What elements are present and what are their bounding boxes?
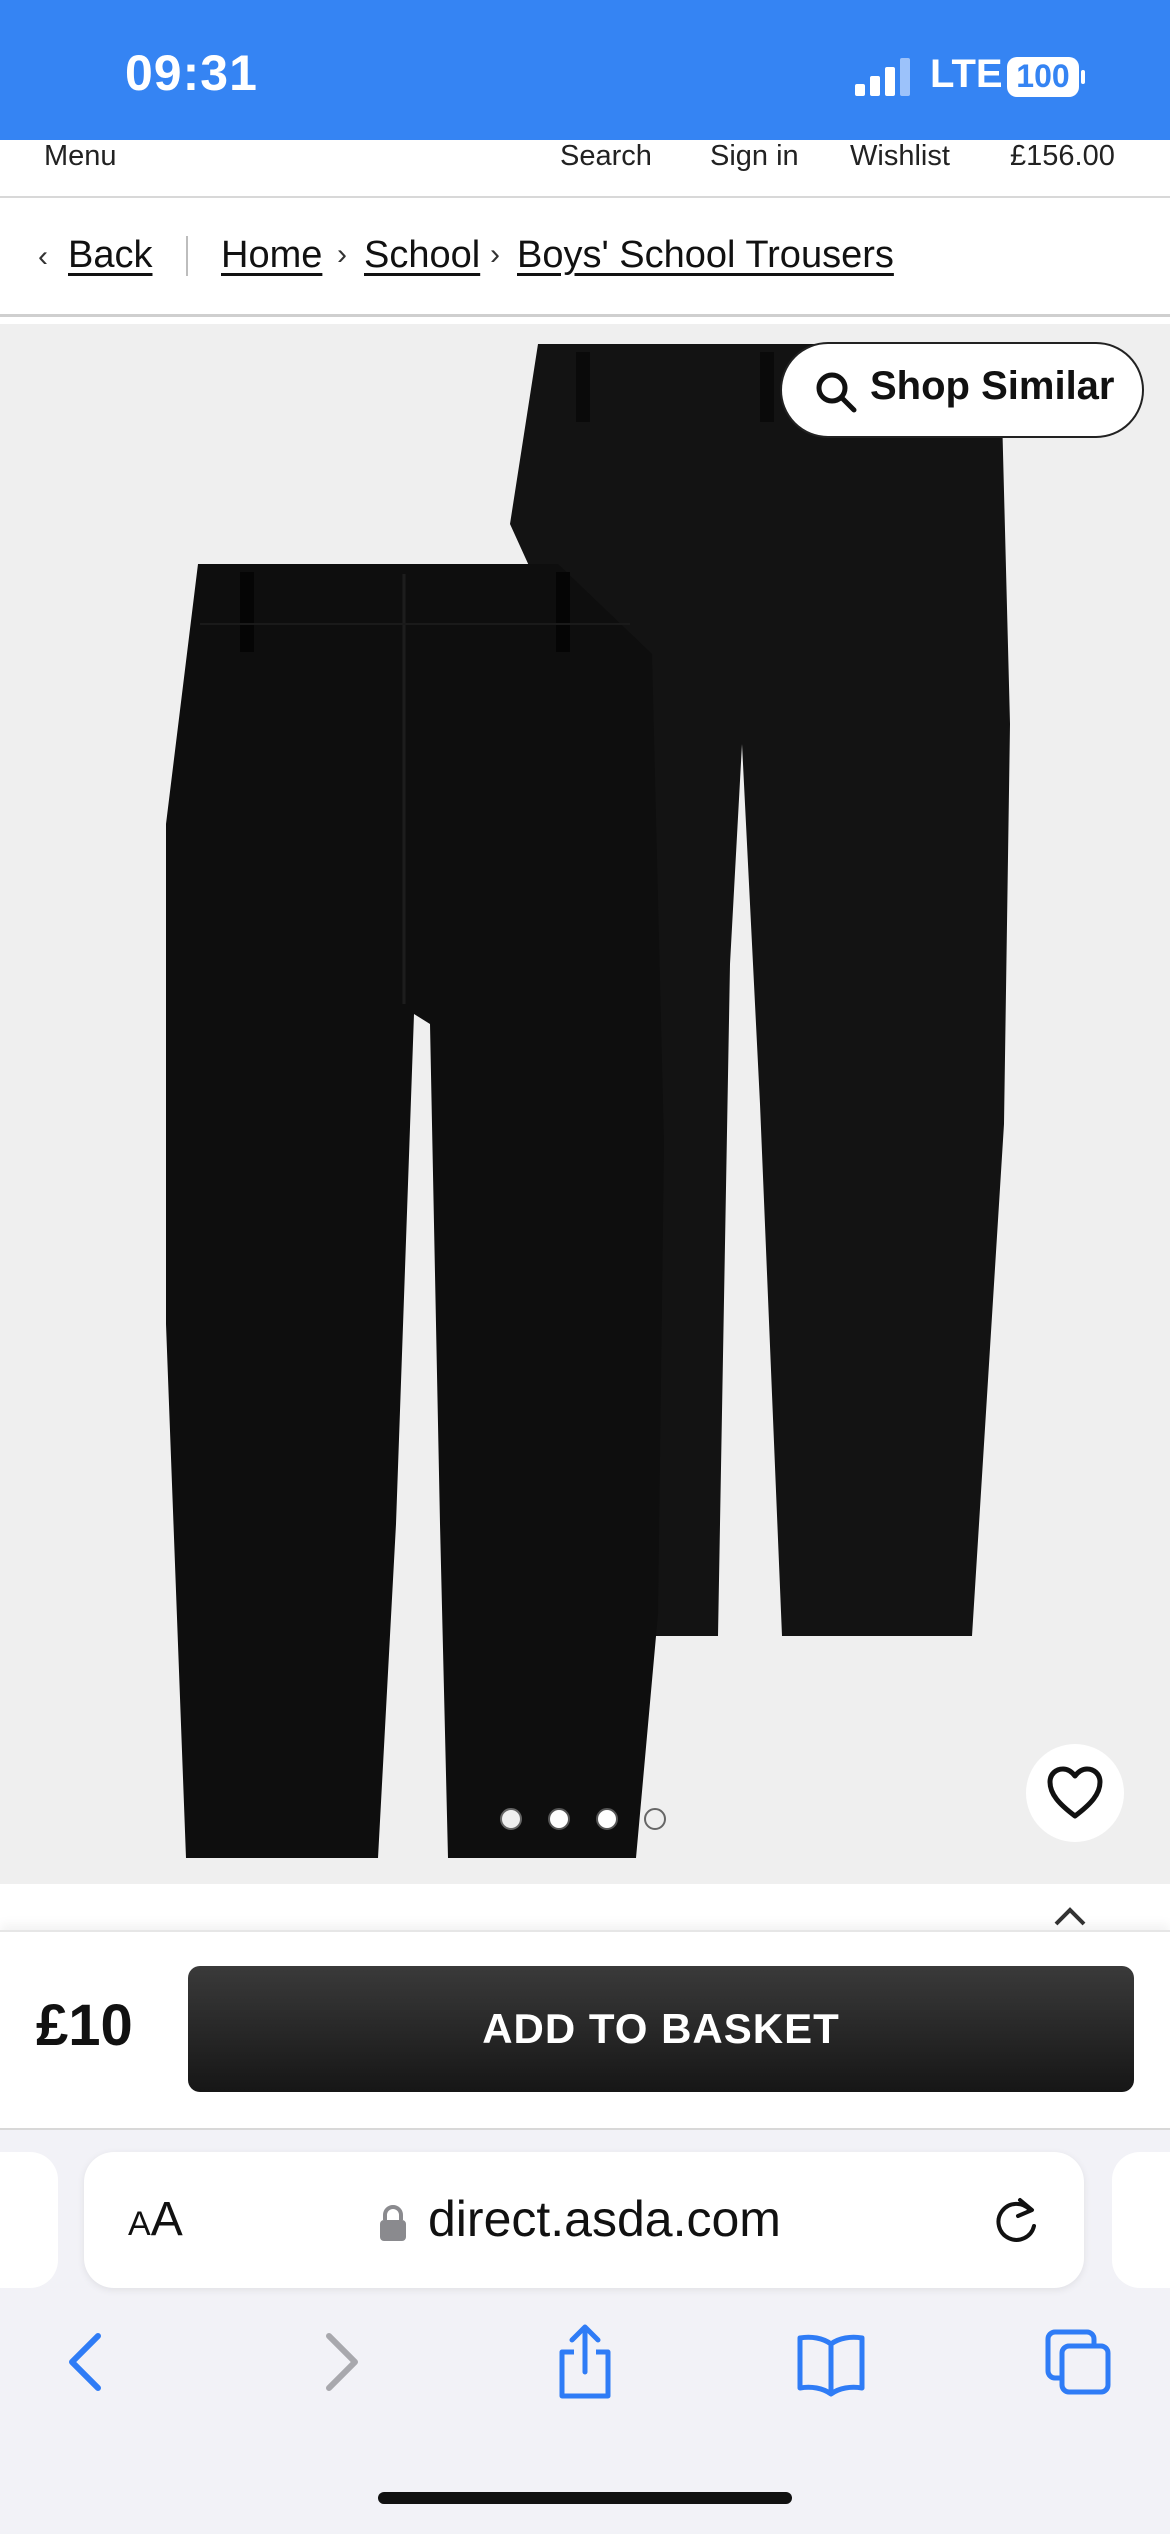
product-image — [166, 344, 1010, 1858]
tabs-icon[interactable] — [1044, 2322, 1114, 2402]
breadcrumb-school[interactable]: School — [364, 234, 480, 277]
carousel-pagination — [500, 1808, 680, 1838]
text-size-small-label: A — [128, 2205, 151, 2243]
text-size-large-label: A — [150, 2193, 183, 2246]
chevron-left-icon: ‹ — [38, 240, 48, 273]
reload-icon[interactable] — [990, 2192, 1042, 2248]
heart-icon — [1047, 1766, 1103, 1819]
chevron-right-icon: › — [490, 238, 500, 271]
scroll-up-icon — [1054, 1907, 1086, 1926]
add-to-basket-button[interactable]: ADD TO BASKET — [188, 1966, 1134, 2092]
chevron-right-icon: › — [337, 238, 347, 271]
wishlist-button[interactable]: Wishlist — [850, 140, 950, 173]
shop-similar-label: Shop Similar — [870, 364, 1115, 408]
signin-button[interactable]: Sign in — [710, 140, 799, 173]
share-icon[interactable] — [550, 2322, 620, 2402]
status-time: 09:31 — [125, 45, 258, 101]
carousel-dot-active[interactable] — [548, 1808, 570, 1830]
carousel-dot[interactable] — [644, 1808, 666, 1830]
breadcrumb-boys-school-trousers[interactable]: Boys' School Trousers — [517, 234, 894, 277]
back-link[interactable]: Back — [68, 234, 152, 277]
forward-icon[interactable] — [305, 2322, 375, 2402]
breadcrumb-separator — [186, 236, 188, 276]
next-tab-peek[interactable] — [1112, 2152, 1170, 2288]
product-price: £10 — [36, 1993, 133, 2058]
basket-total[interactable]: £156.00 — [1010, 140, 1115, 173]
home-indicator — [378, 2492, 792, 2504]
search-icon — [816, 372, 857, 413]
network-label: LTE — [930, 52, 1003, 96]
wishlist-heart-button[interactable] — [1026, 1744, 1124, 1842]
carousel-dot[interactable] — [596, 1808, 618, 1830]
text-size-button[interactable]: AA — [128, 2192, 183, 2247]
menu-button[interactable]: Menu — [44, 140, 117, 173]
breadcrumb-home[interactable]: Home — [221, 234, 322, 277]
previous-tab-peek[interactable] — [0, 2152, 58, 2288]
signal-icon — [855, 58, 910, 96]
bookmarks-icon[interactable] — [796, 2322, 866, 2402]
carousel-dot[interactable] — [500, 1808, 522, 1830]
breadcrumb-divider — [0, 314, 1170, 317]
search-button[interactable]: Search — [560, 140, 652, 173]
back-icon[interactable] — [52, 2322, 122, 2402]
lock-icon — [380, 2205, 406, 2241]
battery-level: 100 — [1016, 58, 1070, 94]
product-image-carousel[interactable] — [0, 324, 1170, 1884]
url-text[interactable]: direct.asda.com — [428, 2190, 781, 2248]
